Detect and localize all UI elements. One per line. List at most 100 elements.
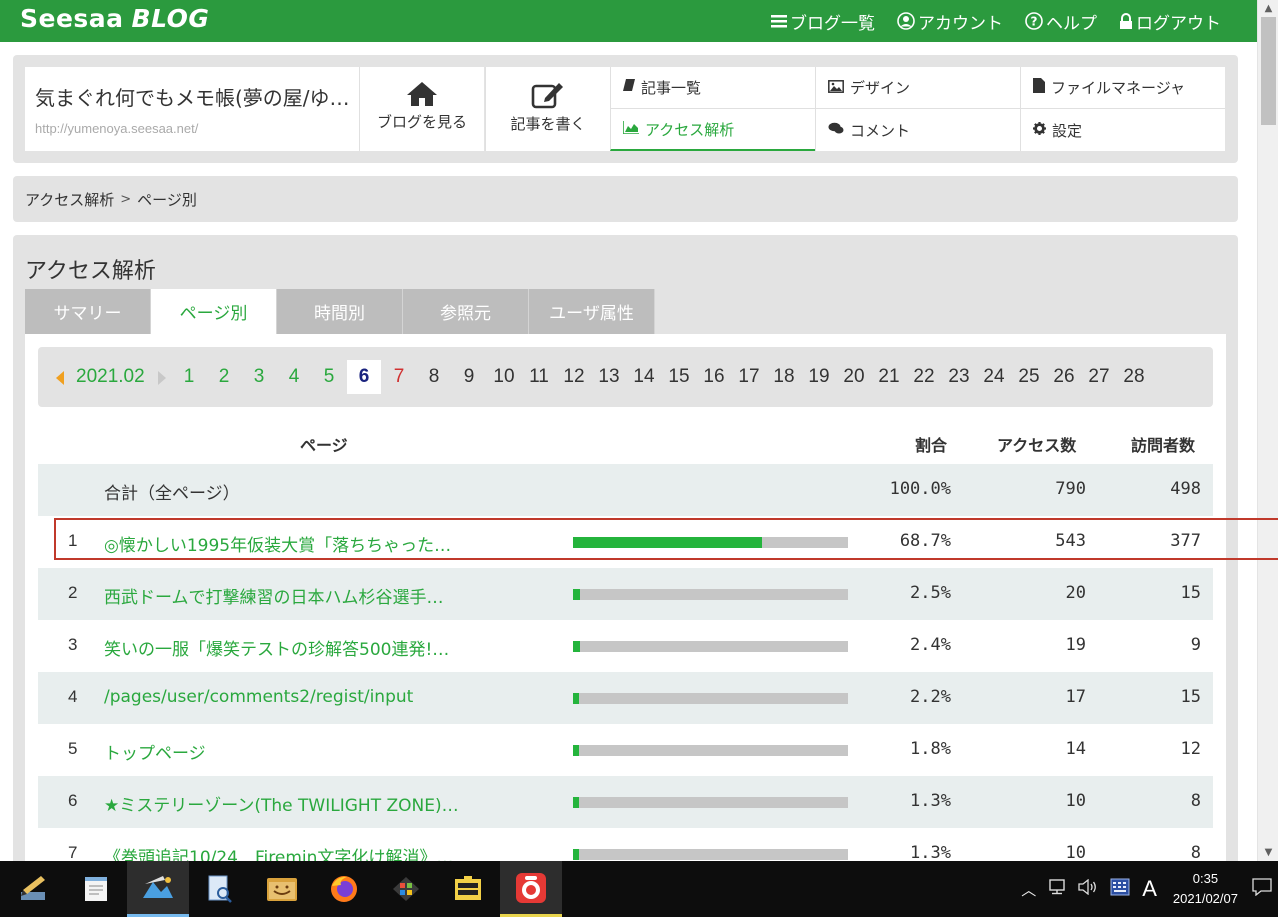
help-icon: ? <box>1025 12 1043 30</box>
ratio-bar <box>573 849 848 860</box>
firefox-icon[interactable] <box>313 861 375 917</box>
day-12[interactable]: 12 <box>557 360 591 394</box>
account-icon <box>897 12 915 30</box>
day-7[interactable]: 7 <box>382 360 416 394</box>
page-link[interactable]: トップページ <box>104 739 206 764</box>
tab-summary[interactable]: サマリー <box>25 289 151 334</box>
day-20[interactable]: 20 <box>837 360 871 394</box>
breadcrumb-access-analytics[interactable]: アクセス解析 <box>25 189 114 210</box>
day-16[interactable]: 16 <box>697 360 731 394</box>
day-5[interactable]: 5 <box>312 360 346 394</box>
view-blog-button[interactable]: ブログを見る <box>359 67 484 151</box>
page-link[interactable]: ◎懐かしい1995年仮装大賞「落ちちゃった… <box>104 531 451 556</box>
day-21[interactable]: 21 <box>872 360 906 394</box>
day-9[interactable]: 9 <box>452 360 486 394</box>
menu-comment[interactable]: コメント <box>815 109 1020 151</box>
prev-month-icon[interactable] <box>56 371 64 385</box>
clock[interactable]: 0:35 2021/02/07 <box>1173 869 1238 909</box>
day-10[interactable]: 10 <box>487 360 521 394</box>
tab-user-attributes[interactable]: ユーザ属性 <box>529 289 655 334</box>
day-24[interactable]: 24 <box>977 360 1011 394</box>
day-15[interactable]: 15 <box>662 360 696 394</box>
paint-app-icon[interactable] <box>127 861 189 917</box>
day-23[interactable]: 23 <box>942 360 976 394</box>
visitor-count: 8 <box>1190 791 1201 811</box>
blog-url[interactable]: http://yumenoya.seesaa.net/ <box>35 121 349 136</box>
day-3[interactable]: 3 <box>242 360 276 394</box>
page-scrollbar[interactable]: ▲ ▼ <box>1257 0 1278 861</box>
day-26[interactable]: 26 <box>1047 360 1081 394</box>
table-row: 5 トップページ 1.8% 14 12 <box>38 724 1213 776</box>
ime-mode-indicator[interactable]: A <box>1142 876 1157 902</box>
page-link[interactable]: /pages/user/comments2/regist/input <box>104 687 413 707</box>
scroll-up-icon[interactable]: ▲ <box>1258 0 1278 17</box>
page-link[interactable]: ★ミステリーゾーン(The TWILIGHT ZONE)… <box>104 791 459 816</box>
write-article-button[interactable]: 記事を書く <box>485 67 610 151</box>
day-4[interactable]: 4 <box>277 360 311 394</box>
svg-text:?: ? <box>1031 15 1038 29</box>
day-27[interactable]: 27 <box>1082 360 1116 394</box>
list-icon <box>771 14 787 28</box>
menu-file-manager[interactable]: ファイルマネージャ <box>1020 67 1225 109</box>
menu-design[interactable]: デザイン <box>815 67 1020 109</box>
windows-app-icon[interactable] <box>375 861 437 917</box>
tab-referrer[interactable]: 参照元 <box>403 289 529 334</box>
day-2[interactable]: 2 <box>207 360 241 394</box>
network-icon[interactable] <box>1048 879 1066 899</box>
day-25[interactable]: 25 <box>1012 360 1046 394</box>
doc-search-icon[interactable] <box>189 861 251 917</box>
menu-access-analytics[interactable]: アクセス解析 <box>610 109 815 151</box>
scroll-thumb[interactable] <box>1261 17 1276 125</box>
day-18[interactable]: 18 <box>767 360 801 394</box>
notification-icon[interactable] <box>1252 878 1272 900</box>
day-17[interactable]: 17 <box>732 360 766 394</box>
clock-date: 2021/02/07 <box>1172 891 1238 906</box>
chart-icon <box>622 120 639 138</box>
volume-icon[interactable] <box>1078 878 1098 899</box>
nav-blog-list[interactable]: ブログ一覧 <box>771 9 875 34</box>
ime-keyboard-icon[interactable] <box>1110 878 1130 900</box>
nav-account[interactable]: アカウント <box>897 9 1003 34</box>
total-visitors: 498 <box>1170 479 1201 499</box>
month-label[interactable]: 2021.02 <box>76 366 145 388</box>
day-1[interactable]: 1 <box>172 360 206 394</box>
clock-time: 0:35 <box>1192 871 1219 886</box>
day-6[interactable]: 6 <box>347 360 381 394</box>
notepad-icon[interactable] <box>65 861 127 917</box>
page-link[interactable]: 西武ドームで打撃練習の日本ハム杉谷選手… <box>104 583 444 608</box>
ratio-value: 1.3% <box>910 843 951 863</box>
page-link[interactable]: 笑いの一服「爆笑テストの珍解答500連発!… <box>104 635 449 660</box>
day-11[interactable]: 11 <box>522 360 556 394</box>
blog-info[interactable]: 気まぐれ何でもメモ帳(夢の屋/ゆ… http://yumenoya.seesaa… <box>25 67 359 151</box>
tab-by-page[interactable]: ページ別 <box>151 289 277 334</box>
blog-title[interactable]: 気まぐれ何でもメモ帳(夢の屋/ゆ… <box>35 82 349 111</box>
nav-help[interactable]: ? ヘルプ <box>1025 9 1097 34</box>
folder-face-icon[interactable] <box>251 861 313 917</box>
menu-article-list[interactable]: 記事一覧 <box>610 67 815 109</box>
analytics-tabs: サマリー ページ別 時間別 参照元 ユーザ属性 <box>25 289 655 334</box>
ratio-value: 68.7% <box>899 531 951 551</box>
day-8[interactable]: 8 <box>417 360 451 394</box>
day-19[interactable]: 19 <box>802 360 836 394</box>
nav-logout[interactable]: ログアウト <box>1119 9 1221 34</box>
scroll-down-icon[interactable]: ▼ <box>1258 844 1278 861</box>
visitor-count: 15 <box>1180 687 1201 707</box>
chevron-up-icon[interactable]: ︿ <box>1021 879 1036 900</box>
tab-by-time[interactable]: 時間別 <box>277 289 403 334</box>
ratio-bar <box>573 537 848 548</box>
screen-recorder-icon[interactable] <box>500 861 562 917</box>
day-13[interactable]: 13 <box>592 360 626 394</box>
day-22[interactable]: 22 <box>907 360 941 394</box>
menu-settings[interactable]: 設定 <box>1020 109 1225 151</box>
day-28[interactable]: 28 <box>1117 360 1151 394</box>
day-14[interactable]: 14 <box>627 360 661 394</box>
seesaa-blog-logo[interactable]: Seesaa BLOG <box>20 4 209 33</box>
ratio-bar <box>573 797 848 808</box>
next-month-icon[interactable] <box>158 371 166 385</box>
pencil-app-icon[interactable] <box>2 861 64 917</box>
ratio-bar-fill <box>573 589 580 600</box>
menu-settings-label: 設定 <box>1052 121 1083 140</box>
file-manager-icon[interactable] <box>437 861 499 917</box>
ratio-bar <box>573 693 848 704</box>
gear-icon <box>1033 121 1046 139</box>
